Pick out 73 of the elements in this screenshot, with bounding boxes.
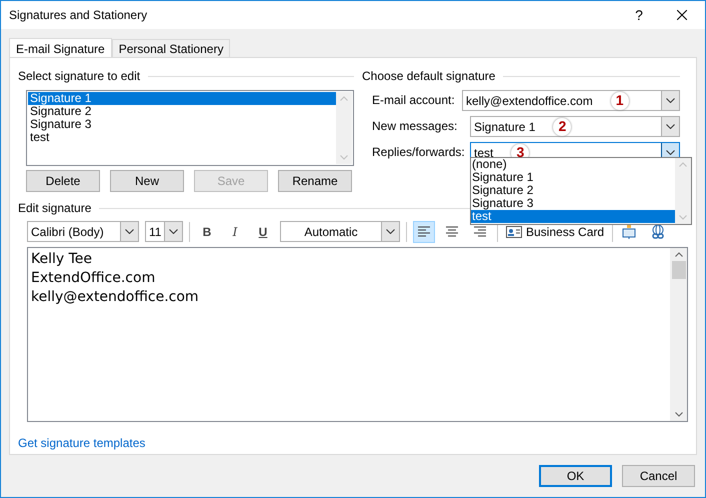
- business-card-button[interactable]: Business Card: [504, 220, 606, 242]
- combo-value: Calibri (Body): [30, 224, 105, 240]
- color-combo[interactable]: Automatic: [280, 221, 400, 242]
- size-combo[interactable]: 11: [145, 221, 183, 242]
- templates-link[interactable]: Get signature templates: [18, 436, 146, 450]
- dialog-button[interactable]: Cancel: [622, 465, 695, 487]
- dropdown-button[interactable]: [164, 222, 182, 241]
- combo-value: kelly@extendoffice.com: [465, 92, 593, 110]
- combo-value: Automatic: [303, 224, 359, 240]
- chevron-down-icon: [125, 229, 134, 234]
- list-item[interactable]: test: [28, 131, 336, 144]
- section-title: Edit signature: [18, 200, 92, 217]
- section-title: Choose default signature: [362, 68, 496, 85]
- signature-list[interactable]: Signature 1 Signature 2 Signature 3 test: [26, 90, 354, 166]
- chevron-up-icon: [674, 252, 682, 257]
- align-center-icon: [445, 226, 459, 237]
- scrollbar[interactable]: [336, 92, 352, 164]
- signature-text-line: Kelly Tee: [31, 250, 94, 269]
- close-icon: [677, 10, 687, 20]
- scrollbar[interactable]: [675, 158, 691, 224]
- action-button[interactable]: New: [110, 170, 184, 192]
- help-button[interactable]: ?: [619, 1, 659, 29]
- signature-text-line: kelly@extendoffice.com: [31, 288, 200, 307]
- combo-value: 11: [148, 224, 162, 240]
- field-label: New messages:: [371, 118, 458, 135]
- chevron-down-icon: [386, 229, 395, 234]
- align-button[interactable]: [413, 220, 435, 242]
- chevron-down-icon: [666, 124, 675, 129]
- bold-button[interactable]: B: [196, 220, 218, 242]
- chevron-down-icon: [674, 412, 682, 417]
- field-label: Replies/forwards:: [371, 144, 466, 161]
- dropdown-option[interactable]: Signature 1: [471, 171, 675, 184]
- combo-box[interactable]: Signature 1 2: [470, 116, 680, 137]
- dropdown-button[interactable]: [661, 91, 679, 110]
- list-item[interactable]: Signature 2: [28, 105, 336, 118]
- tab[interactable]: E-mail Signature: [9, 38, 112, 58]
- chevron-down-icon: [679, 215, 687, 220]
- chevron-down-icon: [666, 150, 675, 155]
- signature-editor[interactable]: Kelly Tee ExtendOffice.com kelly@extendoffice.com: [27, 247, 688, 422]
- field-label: E-mail account:: [371, 92, 456, 109]
- number-badge: 2: [553, 118, 572, 136]
- signature-text-line: ExtendOffice.com: [31, 269, 156, 288]
- dropdown-button[interactable]: [661, 117, 679, 136]
- scrollbar[interactable]: [670, 248, 687, 421]
- section-title: Select signature to edit: [18, 68, 140, 85]
- font-combo[interactable]: Calibri (Body): [27, 221, 139, 242]
- monitor-icon: [622, 224, 638, 240]
- action-button[interactable]: Delete: [26, 170, 100, 192]
- dropdown-button[interactable]: [120, 222, 138, 241]
- chevron-down-icon: [666, 98, 675, 103]
- combo-box[interactable]: kelly@extendoffice.com 1: [462, 90, 680, 111]
- chevron-up-icon: [679, 162, 687, 167]
- combo-value: test: [474, 144, 494, 160]
- scroll-thumb[interactable]: [672, 261, 686, 279]
- tab[interactable]: Personal Stationery: [112, 39, 230, 57]
- dropdown-option[interactable]: Signature 2: [471, 184, 675, 197]
- chevron-down-icon: [169, 229, 178, 234]
- align-left-icon: [417, 226, 431, 237]
- list-item[interactable]: Signature 3: [28, 118, 336, 131]
- dialog-button[interactable]: OK: [539, 465, 612, 487]
- dropdown-button[interactable]: [381, 222, 399, 241]
- dropdown-option[interactable]: Signature 3: [471, 197, 675, 210]
- underline-button[interactable]: U: [252, 220, 274, 242]
- chevron-down-icon: [340, 155, 348, 160]
- window-title: Signatures and Stationery: [9, 7, 148, 24]
- list-item[interactable]: Signature 1: [28, 92, 336, 105]
- number-badge: 1: [610, 92, 629, 110]
- dropdown-option[interactable]: test: [471, 210, 675, 223]
- action-button[interactable]: Rename: [278, 170, 352, 192]
- align-right-icon: [473, 226, 487, 237]
- combo-value: Signature 1: [473, 118, 536, 136]
- italic-button[interactable]: I: [224, 220, 246, 242]
- chevron-up-icon: [340, 96, 348, 101]
